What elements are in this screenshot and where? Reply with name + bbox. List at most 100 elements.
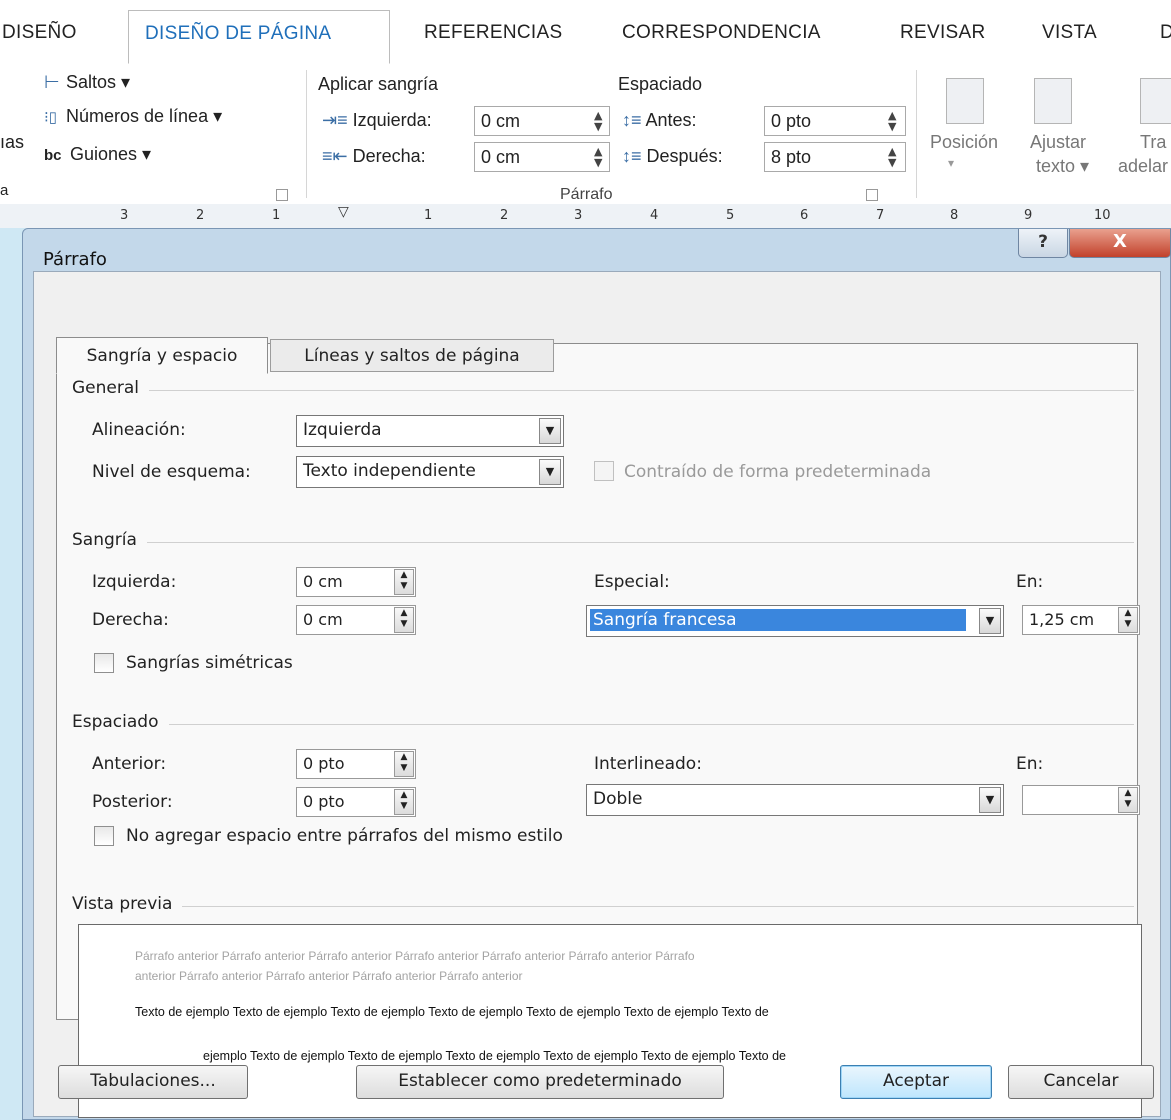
tab-partial[interactable]: D xyxy=(1160,22,1171,44)
saltos-button[interactable]: ⊢ Saltos ▾ xyxy=(44,72,130,93)
indent-right-spinner[interactable]: 0 cm ▲ ▼ xyxy=(296,605,416,635)
tab-revisar[interactable]: REVISAR xyxy=(900,22,986,44)
ruler-tick: 8 xyxy=(950,208,959,223)
tab-diseno[interactable]: DISEÑO xyxy=(2,22,77,44)
chevron-down-icon: ▼ xyxy=(539,418,561,444)
indent-right-spinner[interactable]: ▲ ▼ xyxy=(594,146,602,168)
alignment-select[interactable]: Izquierda ▼ xyxy=(296,415,564,447)
indent-marker-icon[interactable]: ▽ xyxy=(338,204,349,220)
indent-right-label: ≡⇤ Derecha: xyxy=(322,146,426,166)
close-button[interactable]: X xyxy=(1069,229,1171,258)
wrap-text-icon xyxy=(1034,78,1072,124)
paragraph-group-label: Párrafo xyxy=(560,186,613,203)
spacing-after-icon: ↕≡ xyxy=(622,146,642,166)
ruler-tick: 3 xyxy=(120,208,129,223)
dialog-title: Párrafo xyxy=(43,249,107,270)
indent-right-input[interactable]: 0 cm xyxy=(474,142,610,172)
ok-button[interactable]: Aceptar xyxy=(840,1065,992,1099)
alignment-label: Alineación: xyxy=(92,420,186,440)
horizontal-ruler[interactable]: 3 2 1 ▽ 1 2 3 4 5 6 7 8 9 10 xyxy=(0,204,1171,228)
indent-left-icon: ⇥≡ xyxy=(322,110,348,130)
no-space-checkbox[interactable] xyxy=(94,826,114,846)
special-label: Especial: xyxy=(594,572,670,592)
help-button[interactable]: ? xyxy=(1018,229,1068,258)
indent-left-spinner[interactable]: 0 cm ▲ ▼ xyxy=(296,567,416,597)
spacing-after-label: Posterior: xyxy=(92,792,173,812)
ruler-tick: 10 xyxy=(1094,208,1111,223)
spacing-after-input[interactable]: 8 pto xyxy=(764,142,906,172)
paragraph-launcher-icon[interactable] xyxy=(866,189,878,201)
divider xyxy=(306,70,307,198)
line-numbers-icon: ⁝▯ xyxy=(44,109,58,126)
indent-by-label: En: xyxy=(1016,572,1044,592)
aplicar-sangria-label: Aplicar sangría xyxy=(318,74,439,94)
collapsed-checkbox[interactable] xyxy=(594,461,614,481)
numeros-linea-label: Números de línea xyxy=(66,106,209,126)
spin-arrows-icon[interactable]: ▲ ▼ xyxy=(1118,607,1138,633)
outline-level-select[interactable]: Texto independiente ▼ xyxy=(296,456,564,488)
chevron-down-icon: ▼ xyxy=(979,608,1001,634)
collapsed-label: Contraído de forma predeterminada xyxy=(624,462,932,482)
outline-level-value: Texto independiente xyxy=(303,461,476,481)
ribbon-body: ıas a ⊢ Saltos ▾ ⁝▯ Números de línea ▾ bc G… xyxy=(0,64,1171,205)
section-divider xyxy=(74,724,1134,725)
ribbon-fragment-left: ıas xyxy=(0,132,25,152)
line-spacing-label: Interlineado: xyxy=(594,754,702,774)
spacing-after-spinner[interactable]: 0 pto ▲ ▼ xyxy=(296,787,416,817)
spacing-before-input[interactable]: 0 pto xyxy=(764,106,906,136)
spin-arrows-icon[interactable]: ▲ ▼ xyxy=(394,751,414,777)
indent-by-spinner[interactable]: 1,25 cm ▲ ▼ xyxy=(1022,605,1140,635)
section-preview: Vista previa xyxy=(72,894,183,914)
position-button[interactable]: Posición xyxy=(930,132,998,153)
spin-arrows-icon[interactable]: ▲ ▼ xyxy=(394,789,414,815)
tabs-button[interactable]: Tabulaciones... xyxy=(58,1065,248,1099)
section-spacing: Espaciado xyxy=(72,712,169,732)
section-general: General xyxy=(72,378,149,398)
position-icon xyxy=(946,78,984,124)
line-spacing-value: Doble xyxy=(593,789,643,809)
ruler-tick: 9 xyxy=(1024,208,1033,223)
indent-left-label: ⇥≡ Izquierda: xyxy=(322,110,432,130)
spin-arrows-icon[interactable]: ▲ ▼ xyxy=(394,569,414,595)
tab-referencias[interactable]: REFERENCIAS xyxy=(424,22,562,44)
line-spacing-select[interactable]: Doble ▼ xyxy=(586,784,1004,816)
line-spacing-at-spinner[interactable]: ▲ ▼ xyxy=(1022,785,1140,815)
tab-diseno-de-pagina[interactable]: DISEÑO DE PÁGINA xyxy=(128,10,390,64)
tab-correspondencia[interactable]: CORRESPONDENCIA xyxy=(622,22,821,44)
chevron-down-icon: ▼ xyxy=(979,787,1001,813)
hyphenation-icon: bc xyxy=(44,147,62,164)
spin-arrows-icon[interactable]: ▲ ▼ xyxy=(394,607,414,633)
mirror-indents-checkbox[interactable] xyxy=(94,653,114,673)
tab-indent-spacing[interactable]: Sangría y espacio xyxy=(56,337,268,374)
page-setup-launcher-icon[interactable] xyxy=(276,189,288,201)
spacing-before-spinner[interactable]: ▲ ▼ xyxy=(888,110,896,132)
bring-forward-label2: adelar xyxy=(1118,156,1169,176)
indent-left-spinner[interactable]: ▲ ▼ xyxy=(594,110,602,132)
bring-forward-icon xyxy=(1140,78,1171,124)
spacing-after-spinner[interactable]: ▲ ▼ xyxy=(888,146,896,168)
cancel-button[interactable]: Cancelar xyxy=(1008,1065,1154,1099)
spacing-before-spinner[interactable]: 0 pto ▲ ▼ xyxy=(296,749,416,779)
preview-previous-line2: anterior Párrafo anterior Párrafo anteri… xyxy=(135,969,523,983)
saltos-label: Saltos xyxy=(66,72,117,92)
wrap-text-button[interactable]: Ajustar xyxy=(1030,132,1086,153)
tab-lines-breaks[interactable]: Líneas y saltos de página xyxy=(270,339,554,372)
ruler-tick: 4 xyxy=(650,208,659,223)
divider xyxy=(916,70,917,198)
tab-vista[interactable]: VISTA xyxy=(1042,22,1097,44)
special-select[interactable]: Sangría francesa ▼ xyxy=(586,605,1004,637)
spacing-after-value: 0 pto xyxy=(303,792,345,811)
ruler-tick: 3 xyxy=(574,208,583,223)
indent-left-value: 0 cm xyxy=(303,572,343,591)
guiones-label: Guiones xyxy=(70,144,138,164)
spin-arrows-icon[interactable]: ▲ ▼ xyxy=(1118,787,1138,813)
no-space-label: No agregar espacio entre párrafos del mi… xyxy=(126,826,563,846)
indent-left-label: Izquierda: xyxy=(92,572,177,592)
set-default-button[interactable]: Establecer como predeterminado xyxy=(356,1065,724,1099)
bring-forward-button[interactable]: Tra xyxy=(1140,132,1166,153)
numeros-linea-button[interactable]: ⁝▯ Números de línea ▾ xyxy=(44,106,222,127)
dialog-client-area: Sangría y espacio Líneas y saltos de pág… xyxy=(33,271,1161,1118)
ruler-tick: 2 xyxy=(196,208,205,223)
guiones-button[interactable]: bc Guiones ▾ xyxy=(44,144,151,165)
indent-left-input[interactable]: 0 cm xyxy=(474,106,610,136)
